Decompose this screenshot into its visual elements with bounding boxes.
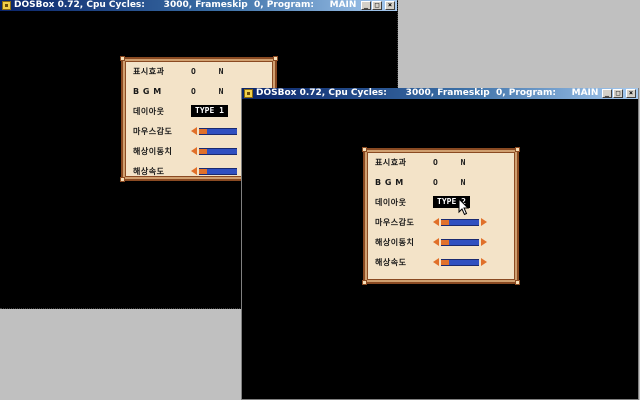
dosbox-window-front[interactable]: DOSBox 0.72, Cpu Cycles: 3000, Frameskip… (241, 88, 639, 400)
option-effects[interactable]: 표시효과 O N (375, 155, 474, 169)
panel-corner (120, 56, 125, 61)
layout-label: 데이아웃 (375, 197, 407, 207)
minimize-button[interactable]: _ (361, 1, 371, 10)
resolution-move-label: 해상이동치 (133, 146, 173, 156)
mouse-sensitivity-slider[interactable] (191, 127, 237, 135)
slider-fill (199, 148, 207, 154)
slider-fill (441, 259, 449, 265)
option-resolution-move[interactable]: 해상이동치 (133, 144, 237, 158)
slider-track[interactable] (441, 238, 479, 246)
effects-label: 표시효과 (375, 157, 407, 167)
slider-fill (199, 168, 207, 174)
slider-fill (441, 239, 449, 245)
option-layout[interactable]: 데이아웃 TYPE 2 (375, 195, 470, 209)
effects-label: 표시효과 (133, 66, 165, 76)
resolution-speed-label: 해상속도 (375, 257, 407, 267)
bgm-toggle[interactable]: O N (433, 178, 474, 187)
increase-arrow-icon[interactable] (481, 258, 487, 266)
increase-arrow-icon[interactable] (481, 238, 487, 246)
option-resolution-move[interactable]: 해상이동치 (375, 235, 487, 249)
decrease-arrow-icon[interactable] (433, 258, 439, 266)
mouse-sensitivity-label: 마우스감도 (133, 126, 173, 136)
window-title: DOSBox 0.72, Cpu Cycles: 3000, Frameskip… (14, 0, 357, 10)
effects-toggle[interactable]: O N (191, 67, 232, 76)
resolution-move-label: 해상이동치 (375, 237, 415, 247)
resolution-speed-slider[interactable] (191, 167, 237, 175)
decrease-arrow-icon[interactable] (433, 238, 439, 246)
resolution-move-slider[interactable] (433, 238, 487, 246)
resolution-move-slider[interactable] (191, 147, 237, 155)
maximize-button[interactable]: □ (372, 1, 382, 10)
option-bgm[interactable]: B G M O N (133, 84, 232, 98)
maximize-button[interactable]: □ (613, 89, 623, 98)
option-resolution-speed[interactable]: 해상속도 (133, 164, 237, 178)
slider-track[interactable] (199, 167, 237, 175)
mouse-sensitivity-label: 마우스감도 (375, 217, 415, 227)
decrease-arrow-icon[interactable] (191, 147, 197, 155)
panel-corner (273, 56, 278, 61)
decrease-arrow-icon[interactable] (191, 127, 197, 135)
decrease-arrow-icon[interactable] (433, 218, 439, 226)
mouse-sensitivity-slider[interactable] (433, 218, 487, 226)
panel-corner (120, 177, 125, 182)
bgm-toggle[interactable]: O N (191, 87, 232, 96)
slider-fill (199, 128, 207, 134)
slider-track[interactable] (441, 258, 479, 266)
slider-fill (441, 219, 449, 225)
dosbox-app-icon[interactable] (2, 1, 11, 10)
window-title: DOSBox 0.72, Cpu Cycles: 3000, Frameskip… (256, 88, 599, 98)
options-panel: 표시효과 O N B G M O N 데이아웃 TYPE 2 마우스감도 해상이… (362, 147, 520, 285)
mouse-pointer-icon (458, 198, 470, 216)
titlebar[interactable]: DOSBox 0.72, Cpu Cycles: 3000, Frameskip… (242, 88, 638, 99)
option-resolution-speed[interactable]: 해상속도 (375, 255, 487, 269)
titlebar[interactable]: DOSBox 0.72, Cpu Cycles: 3000, Frameskip… (0, 0, 397, 11)
panel-corner (515, 280, 520, 285)
slider-track[interactable] (199, 147, 237, 155)
decrease-arrow-icon[interactable] (191, 167, 197, 175)
close-button[interactable]: × (626, 89, 636, 98)
option-layout[interactable]: 데이아웃 TYPE 1 (133, 104, 228, 118)
effects-toggle[interactable]: O N (433, 158, 474, 167)
resolution-speed-slider[interactable] (433, 258, 487, 266)
layout-type-select[interactable]: TYPE 1 (191, 105, 228, 117)
bgm-label: B G M (375, 177, 404, 187)
close-button[interactable]: × (385, 1, 395, 10)
increase-arrow-icon[interactable] (481, 218, 487, 226)
panel-corner (362, 280, 367, 285)
option-bgm[interactable]: B G M O N (375, 175, 474, 189)
dosbox-app-icon[interactable] (244, 89, 253, 98)
panel-corner (362, 147, 367, 152)
option-mouse-sensitivity[interactable]: 마우스감도 (133, 124, 237, 138)
option-effects[interactable]: 표시효과 O N (133, 64, 232, 78)
minimize-button[interactable]: _ (602, 89, 612, 98)
panel-corner (515, 147, 520, 152)
resolution-speed-label: 해상속도 (133, 166, 165, 176)
bgm-label: B G M (133, 86, 162, 96)
slider-track[interactable] (441, 218, 479, 226)
slider-track[interactable] (199, 127, 237, 135)
option-mouse-sensitivity[interactable]: 마우스감도 (375, 215, 487, 229)
layout-label: 데이아웃 (133, 106, 165, 116)
